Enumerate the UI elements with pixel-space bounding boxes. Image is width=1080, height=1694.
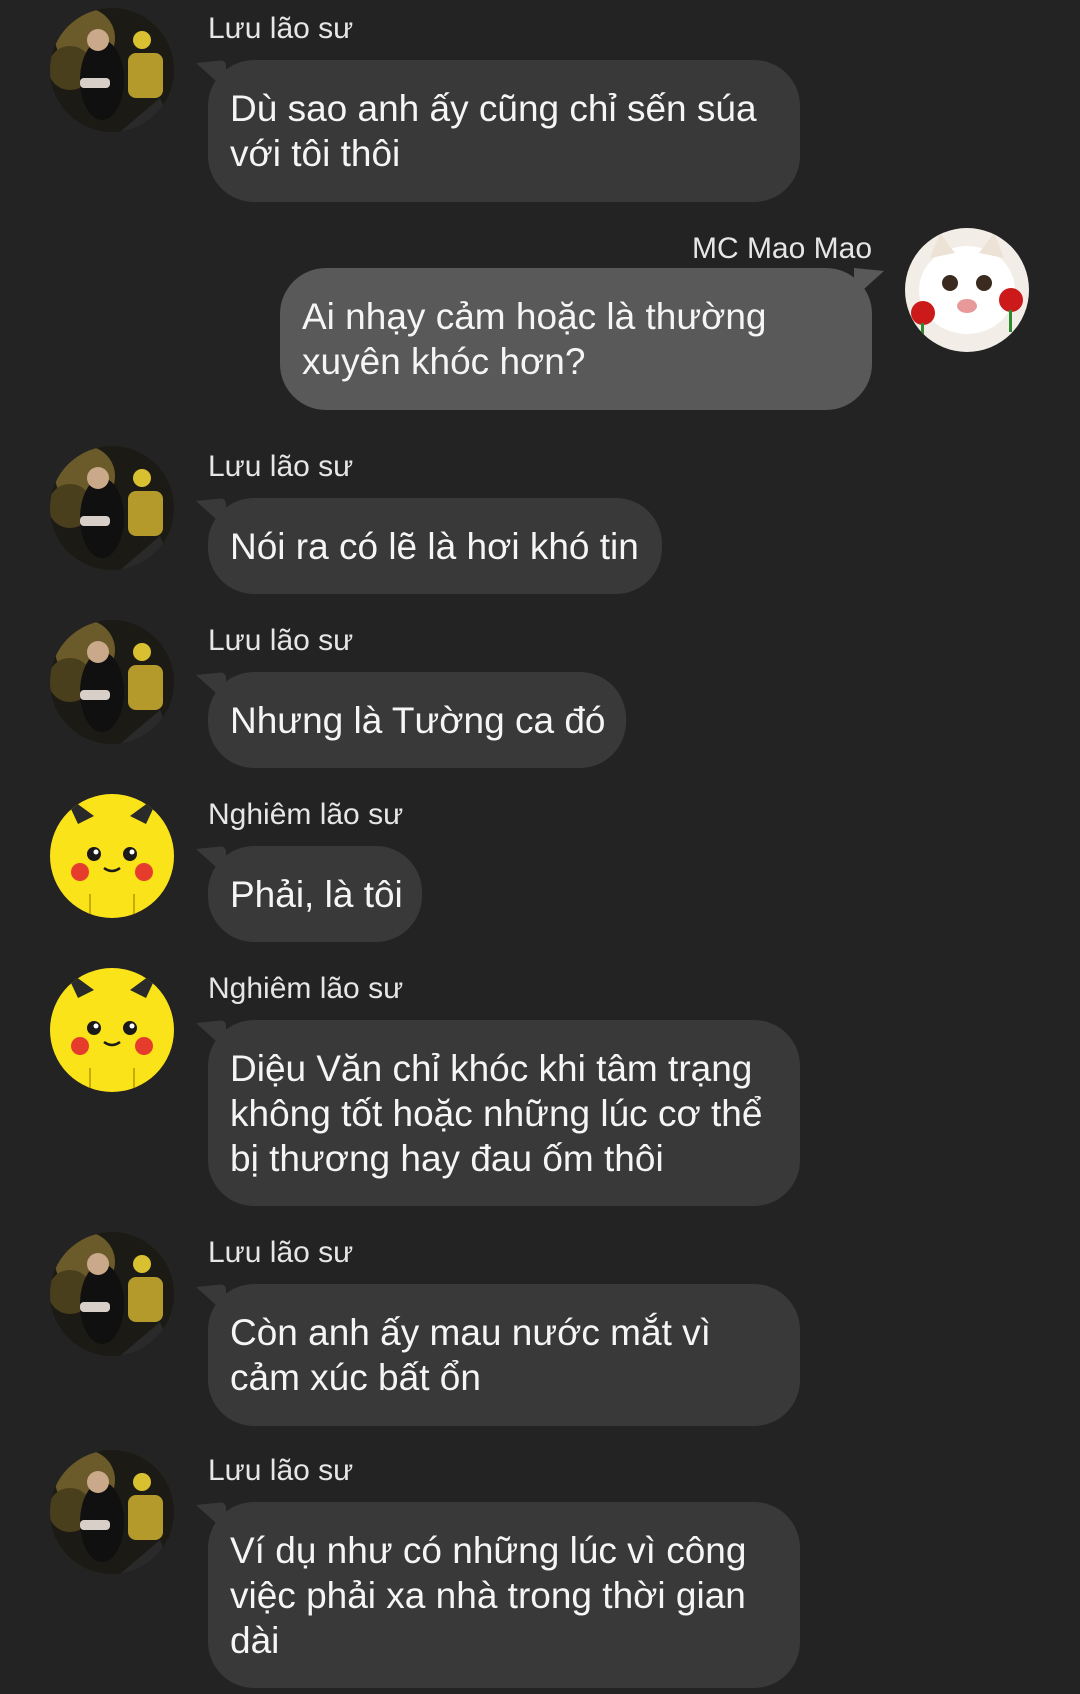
message-text: với tôi thôi — [230, 133, 401, 174]
message-bubble[interactable]: Còn anh ấy mau nước mắt vì cảm xúc bất ổ… — [208, 1284, 800, 1426]
dark-photo-avatar[interactable] — [50, 1232, 174, 1356]
sender-name: Lưu lão sư — [208, 1454, 354, 1487]
pikachu-avatar[interactable] — [50, 794, 174, 918]
message-bubble[interactable]: Nói ra có lẽ là hơi khó tin — [208, 498, 662, 594]
message-bubble[interactable]: Dù sao anh ấy cũng chỉ sến súa với tôi t… — [208, 60, 800, 202]
message-bubble[interactable]: Diệu Văn chỉ khóc khi tâm trạng không tố… — [208, 1020, 800, 1206]
message-text: Phải, là tôi — [230, 874, 403, 915]
message-text: Ví dụ như có những lúc vì công — [230, 1530, 747, 1571]
sender-name: Nghiêm lão sư — [208, 972, 404, 1005]
message-bubble[interactable]: Ví dụ như có những lúc vì công việc phải… — [208, 1502, 800, 1688]
message-text: Ai nhạy cảm hoặc là thường — [302, 296, 767, 337]
dark-photo-avatar[interactable] — [50, 1450, 174, 1574]
sender-name: Nghiêm lão sư — [208, 798, 404, 831]
dark-photo-avatar[interactable] — [50, 8, 174, 132]
message-text: không tốt hoặc những lúc cơ thể — [230, 1093, 763, 1134]
message-text: dài — [230, 1620, 280, 1661]
sender-name: Lưu lão sư — [208, 450, 354, 483]
message-bubble[interactable]: Phải, là tôi — [208, 846, 422, 942]
message-text: Dù sao anh ấy cũng chỉ sến súa — [230, 88, 757, 129]
dark-photo-avatar[interactable] — [50, 620, 174, 744]
message-text: Nhưng là Tường ca đó — [230, 700, 606, 741]
message-text: việc phải xa nhà trong thời gian — [230, 1575, 746, 1616]
message-text: Diệu Văn chỉ khóc khi tâm trạng — [230, 1048, 753, 1089]
dark-photo-avatar[interactable] — [50, 446, 174, 570]
chat-thread: Lưu lão sư Dù sao anh ấy cũng chỉ sến sú… — [0, 0, 1080, 1694]
sender-name: Lưu lão sư — [208, 12, 354, 45]
sender-name: Lưu lão sư — [208, 624, 354, 657]
sender-name: Lưu lão sư — [208, 1236, 354, 1269]
message-text: cảm xúc bất ổn — [230, 1357, 481, 1398]
pikachu-avatar[interactable] — [50, 968, 174, 1092]
message-text: bị thương hay đau ốm thôi — [230, 1138, 664, 1179]
message-text: Nói ra có lẽ là hơi khó tin — [230, 526, 639, 567]
message-text: xuyên khóc hơn? — [302, 341, 586, 382]
message-bubble[interactable]: Ai nhạy cảm hoặc là thường xuyên khóc hơ… — [280, 268, 872, 410]
sender-name: MC Mao Mao — [691, 232, 872, 265]
cat-rose-avatar[interactable] — [905, 228, 1029, 352]
message-bubble[interactable]: Nhưng là Tường ca đó — [208, 672, 626, 768]
message-text: Còn anh ấy mau nước mắt vì — [230, 1312, 711, 1353]
